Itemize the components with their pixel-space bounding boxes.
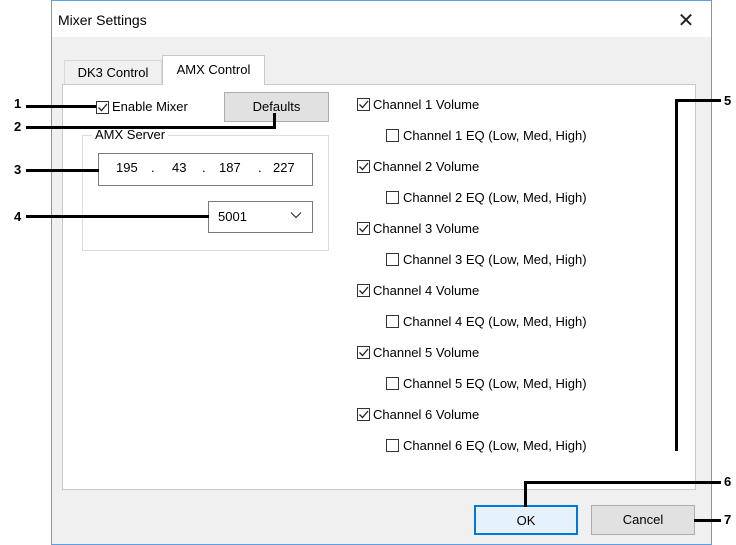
ip-dot: . (258, 160, 262, 175)
enable-mixer-checkbox[interactable] (96, 101, 109, 114)
channel-5-eq-label[interactable]: Channel 5 EQ (Low, Med, High) (403, 376, 587, 391)
tab-amx-control[interactable]: AMX Control (162, 55, 265, 85)
amx-server-label: AMX Server (92, 127, 169, 142)
channel-3-volume-label[interactable]: Channel 3 Volume (373, 221, 479, 236)
channel-1-volume-label[interactable]: Channel 1 Volume (373, 97, 479, 112)
ok-button[interactable]: OK (474, 505, 578, 535)
channel-6-volume-label[interactable]: Channel 6 Volume (373, 407, 479, 422)
channel-5-volume-label[interactable]: Channel 5 Volume (373, 345, 479, 360)
channel-1-volume-checkbox[interactable] (357, 98, 370, 111)
callout-number-2: 2 (14, 119, 22, 134)
channel-1-eq-checkbox[interactable] (386, 129, 399, 142)
channel-1-eq-label[interactable]: Channel 1 EQ (Low, Med, High) (403, 128, 587, 143)
callout-number-1: 1 (14, 96, 22, 111)
callout-number-6: 6 (724, 474, 732, 489)
ip-octet-4[interactable]: 227 (273, 160, 295, 175)
checkmark-icon (359, 286, 369, 295)
tab-dk3-control[interactable]: DK3 Control (64, 60, 162, 84)
ip-dot: . (202, 160, 206, 175)
enable-mixer-label[interactable]: Enable Mixer (112, 99, 188, 114)
callout-line-5 (675, 99, 721, 102)
channel-6-eq-label[interactable]: Channel 6 EQ (Low, Med, High) (403, 438, 587, 453)
cancel-button[interactable]: Cancel (591, 505, 695, 535)
checkmark-icon (359, 410, 369, 419)
channel-3-volume-checkbox[interactable] (357, 222, 370, 235)
channel-5-volume-checkbox[interactable] (357, 346, 370, 359)
channel-6-eq-checkbox[interactable] (386, 439, 399, 452)
channel-6-volume-checkbox[interactable] (357, 408, 370, 421)
checkmark-icon (359, 224, 369, 233)
callout-number-4: 4 (14, 209, 22, 224)
channel-4-volume-checkbox[interactable] (357, 284, 370, 297)
callout-line-2 (26, 126, 275, 129)
callout-line-3 (26, 169, 99, 172)
channel-2-eq-label[interactable]: Channel 2 EQ (Low, Med, High) (403, 190, 587, 205)
callout-line-1 (26, 105, 96, 108)
ip-octet-1[interactable]: 195 (116, 160, 138, 175)
checkmark-icon (359, 100, 369, 109)
callout-line-4 (26, 215, 209, 218)
close-icon[interactable]: ✕ (673, 8, 699, 34)
callout-number-7: 7 (724, 512, 732, 527)
checkmark-icon (359, 162, 369, 171)
callout-number-5: 5 (724, 93, 732, 108)
callout-line-5-vertical (675, 99, 678, 451)
callout-line-2-vertical (273, 113, 276, 129)
callout-line-7 (694, 519, 721, 522)
chevron-down-icon[interactable] (290, 210, 302, 222)
channel-3-eq-label[interactable]: Channel 3 EQ (Low, Med, High) (403, 252, 587, 267)
ip-octet-2[interactable]: 43 (172, 160, 186, 175)
callout-line-6 (524, 481, 721, 484)
callout-number-3: 3 (14, 162, 22, 177)
ip-dot: . (151, 160, 155, 175)
ip-octet-3[interactable]: 187 (219, 160, 241, 175)
checkmark-icon (359, 348, 369, 357)
channel-5-eq-checkbox[interactable] (386, 377, 399, 390)
channel-4-eq-label[interactable]: Channel 4 EQ (Low, Med, High) (403, 314, 587, 329)
checkmark-icon (98, 103, 108, 112)
channel-3-eq-checkbox[interactable] (386, 253, 399, 266)
title-bar (52, 1, 711, 37)
channel-4-eq-checkbox[interactable] (386, 315, 399, 328)
callout-line-6-vertical (524, 481, 527, 507)
window-title: Mixer Settings (58, 12, 147, 28)
channel-2-volume-label[interactable]: Channel 2 Volume (373, 159, 479, 174)
channel-2-volume-checkbox[interactable] (357, 160, 370, 173)
defaults-button[interactable]: Defaults (224, 92, 329, 122)
channel-4-volume-label[interactable]: Channel 4 Volume (373, 283, 479, 298)
channel-2-eq-checkbox[interactable] (386, 191, 399, 204)
port-value: 5001 (218, 209, 247, 224)
